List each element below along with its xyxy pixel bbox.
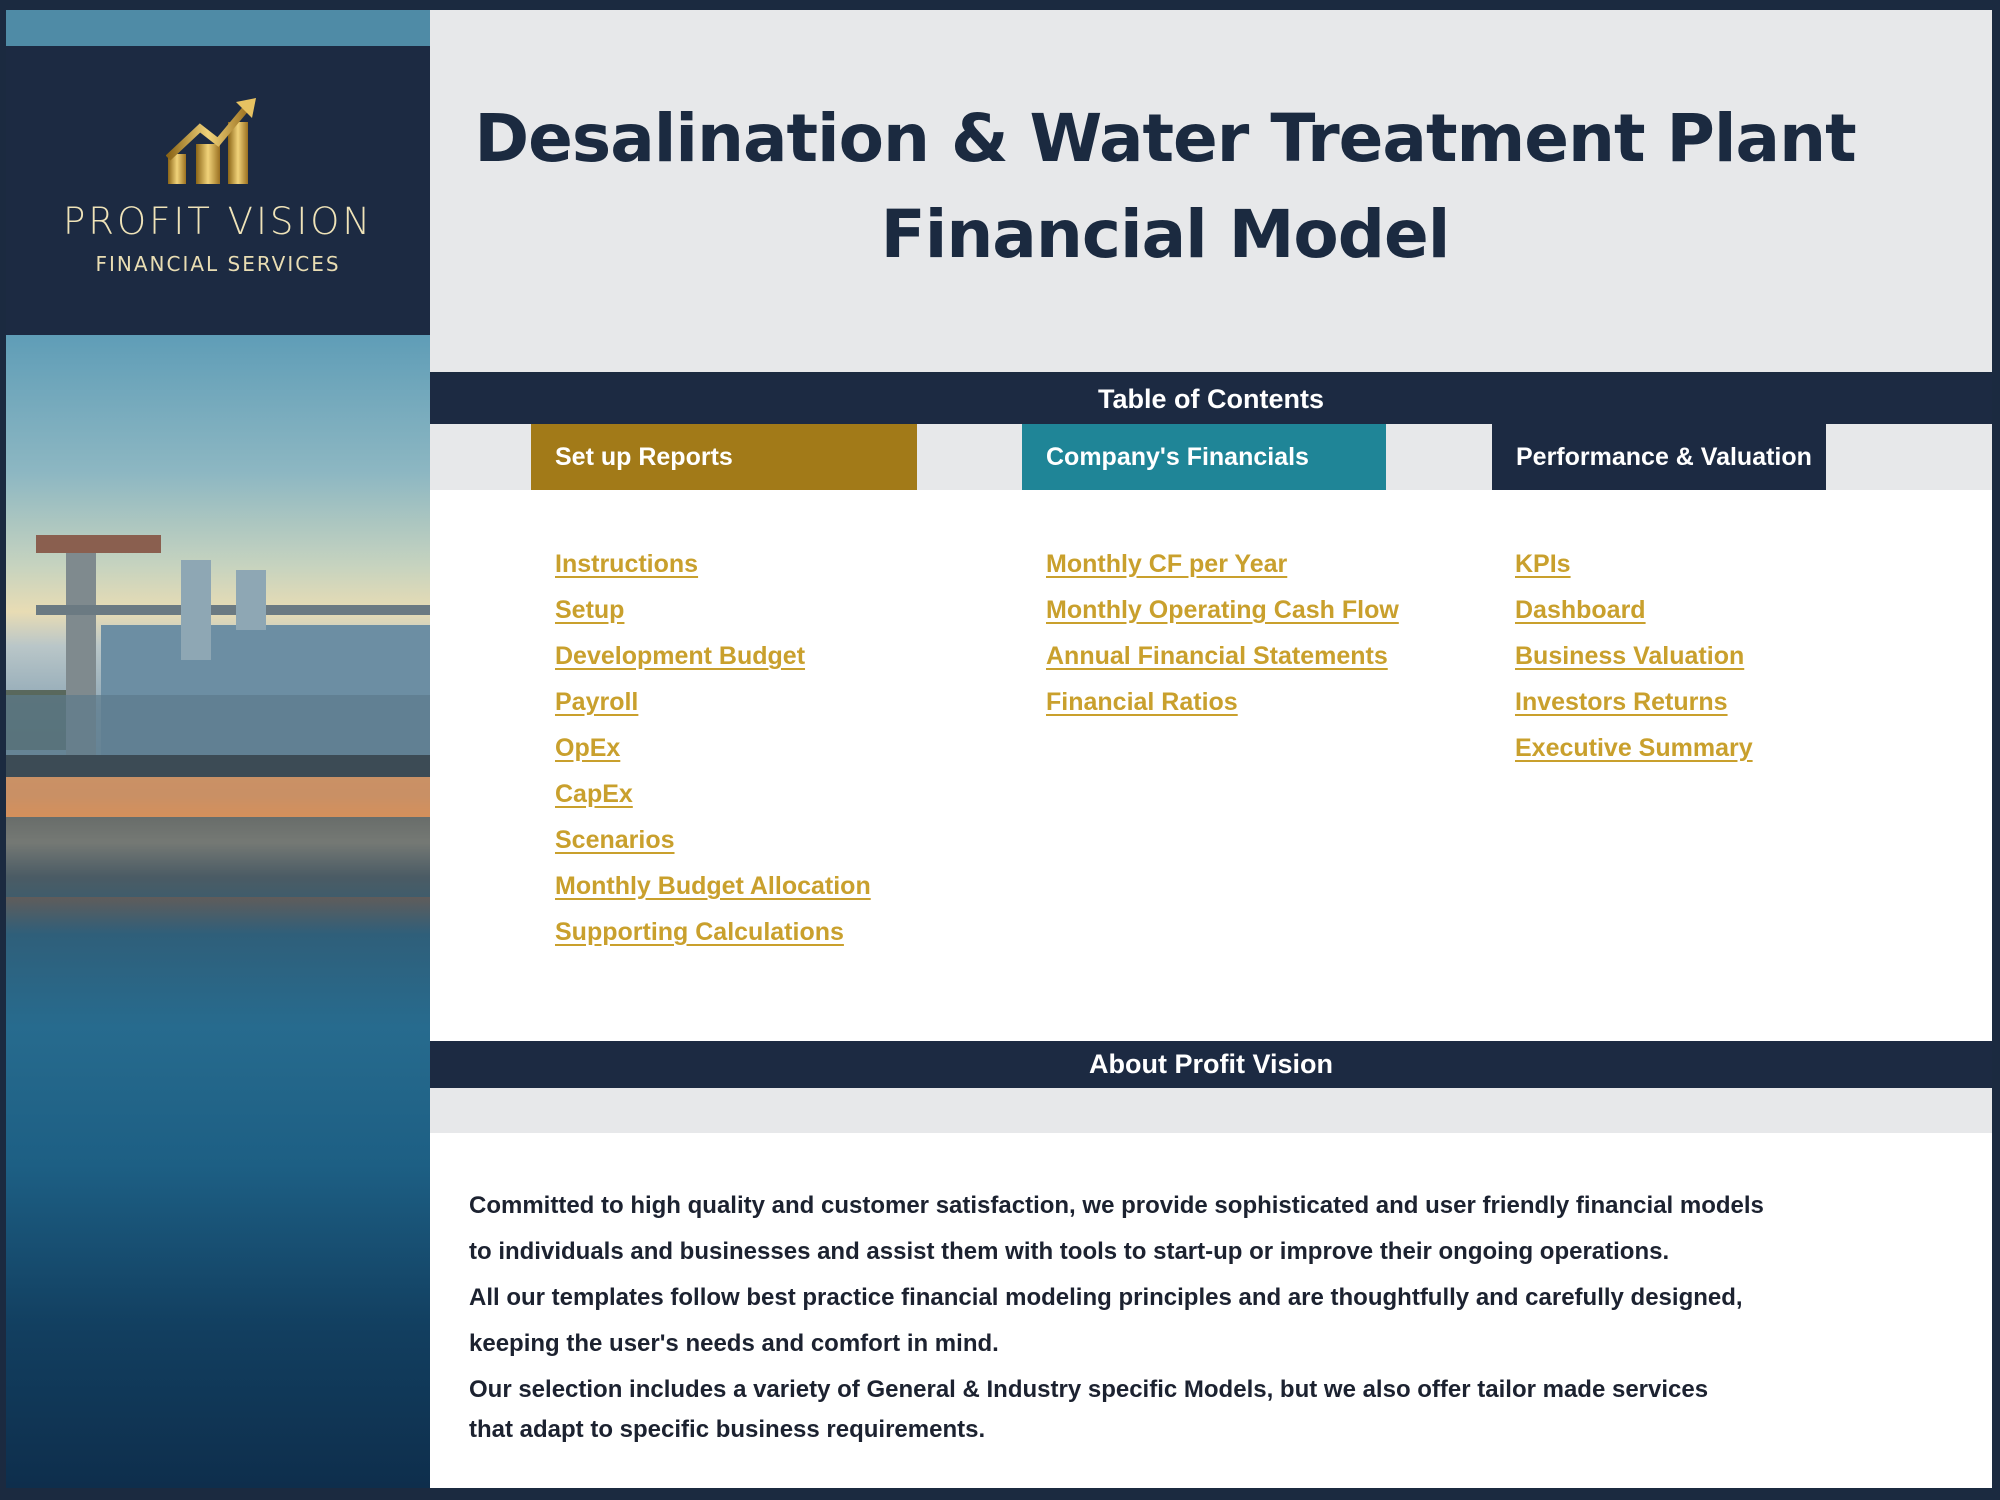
link-annual-financial-statements[interactable]: Annual Financial Statements xyxy=(1046,636,1399,682)
water-treatment-plant-photo xyxy=(6,335,430,1488)
link-financial-ratios[interactable]: Financial Ratios xyxy=(1046,682,1399,728)
toc-heading: Table of Contents xyxy=(430,375,1992,424)
link-kpis[interactable]: KPIs xyxy=(1515,544,1753,590)
link-dashboard[interactable]: Dashboard xyxy=(1515,590,1753,636)
link-monthly-budget-allocation[interactable]: Monthly Budget Allocation xyxy=(555,866,871,912)
about-line: Our selection includes a variety of Gene… xyxy=(469,1376,1709,1403)
about-spacer xyxy=(430,1088,1992,1133)
link-monthly-operating-cash-flow[interactable]: Monthly Operating Cash Flow xyxy=(1046,590,1399,636)
left-top-strip xyxy=(6,10,430,46)
about-line: Committed to high quality and customer s… xyxy=(469,1192,1764,1219)
tab-performance-valuation[interactable]: Performance & Valuation xyxy=(1492,424,1826,490)
about-line: that adapt to specific business requirem… xyxy=(469,1416,986,1443)
link-scenarios[interactable]: Scenarios xyxy=(555,820,871,866)
link-instructions[interactable]: Instructions xyxy=(555,544,871,590)
logo-box: PROFIT VISION FINANCIAL SERVICES xyxy=(6,46,430,335)
setup-reports-links: Instructions Setup Development Budget Pa… xyxy=(555,544,871,958)
link-supporting-calculations[interactable]: Supporting Calculations xyxy=(555,912,871,958)
tab-setup-reports[interactable]: Set up Reports xyxy=(531,424,917,490)
about-line: keeping the user's needs and comfort in … xyxy=(469,1330,999,1357)
link-monthly-cf-per-year[interactable]: Monthly CF per Year xyxy=(1046,544,1399,590)
link-investors-returns[interactable]: Investors Returns xyxy=(1515,682,1753,728)
link-business-valuation[interactable]: Business Valuation xyxy=(1515,636,1753,682)
link-capex[interactable]: CapEx xyxy=(555,774,871,820)
brand-subtitle: FINANCIAL SERVICES xyxy=(95,252,341,276)
link-setup[interactable]: Setup xyxy=(555,590,871,636)
about-line: All our templates follow best practice f… xyxy=(469,1284,1743,1311)
brand-name: PROFIT VISION xyxy=(62,200,374,243)
tab-companys-financials[interactable]: Company's Financials xyxy=(1022,424,1386,490)
rising-bar-chart-arrow-icon xyxy=(166,98,256,184)
performance-valuation-links: KPIs Dashboard Business Valuation Invest… xyxy=(1515,544,1753,774)
link-payroll[interactable]: Payroll xyxy=(555,682,871,728)
companys-financials-links: Monthly CF per Year Monthly Operating Ca… xyxy=(1046,544,1399,728)
page-title-line2: Financial Model xyxy=(880,196,1451,273)
about-line: to individuals and businesses and assist… xyxy=(469,1238,1670,1265)
link-executive-summary[interactable]: Executive Summary xyxy=(1515,728,1753,774)
link-opex[interactable]: OpEx xyxy=(555,728,871,774)
plant-silhouette xyxy=(6,535,430,897)
about-heading: About Profit Vision xyxy=(430,1041,1992,1088)
link-development-budget[interactable]: Development Budget xyxy=(555,636,871,682)
page-title-line1: Desalination & Water Treatment Plant xyxy=(474,100,1856,177)
header-banner xyxy=(430,10,1992,372)
about-text: Committed to high quality and customer s… xyxy=(469,1186,1889,1456)
